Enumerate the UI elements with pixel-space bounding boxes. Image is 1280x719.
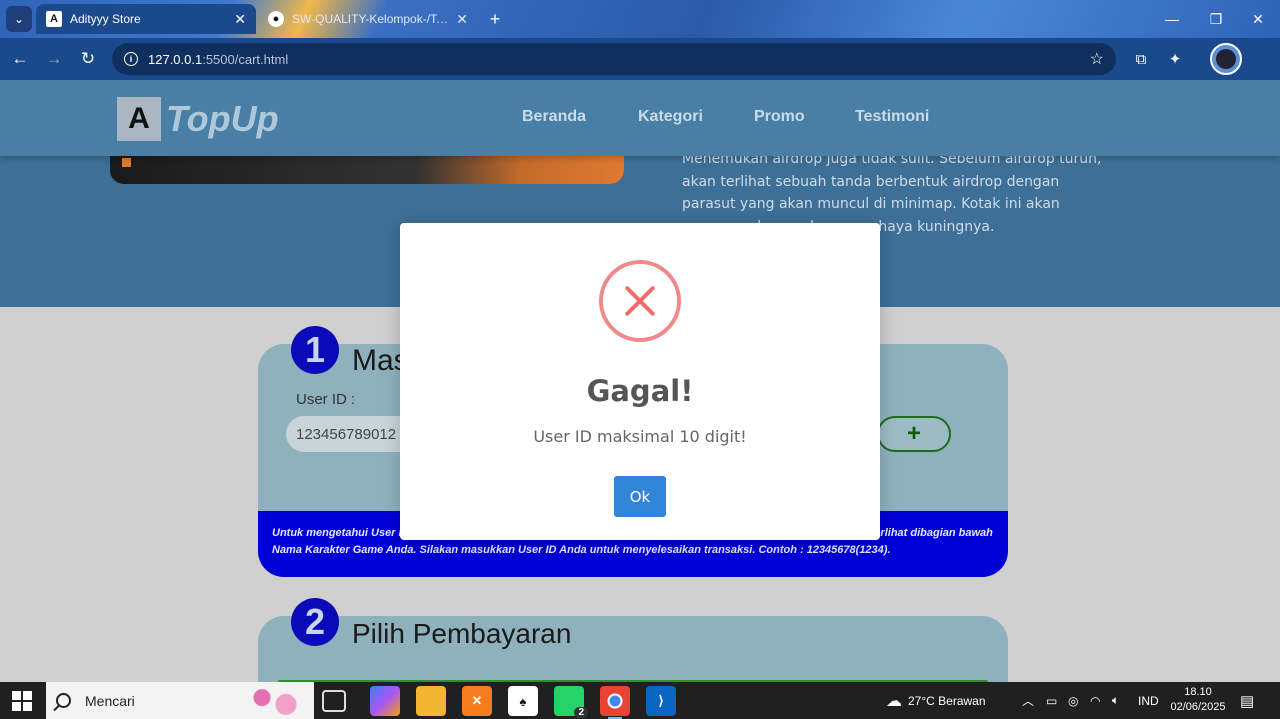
github-icon: ● bbox=[268, 11, 284, 27]
clock-date: 02/06/2025 bbox=[1170, 701, 1226, 713]
extensions-puzzle-icon[interactable]: ✦ bbox=[1164, 48, 1186, 70]
reload-icon[interactable]: ↻ bbox=[76, 47, 100, 71]
xampp-icon[interactable]: ✕ bbox=[462, 686, 492, 716]
back-arrow-icon[interactable]: ← bbox=[8, 47, 32, 71]
address-bar[interactable]: i 127.0.0.1:5500/cart.html ☆ bbox=[112, 43, 1116, 75]
task-view-icon[interactable] bbox=[322, 690, 346, 712]
solitaire-icon[interactable]: ♠ bbox=[508, 686, 538, 716]
vscode-icon[interactable]: ⟩ bbox=[646, 686, 676, 716]
maximize-button[interactable]: ❐ bbox=[1194, 0, 1238, 38]
tab-github[interactable]: ● SW-QUALITY-Kelompok-/Tests ✕ bbox=[258, 4, 478, 34]
tab-title: Adityyy Store bbox=[70, 12, 141, 26]
weather-widget[interactable]: ☁ 27°C Berawan bbox=[886, 682, 986, 719]
tab-adityyy-store[interactable]: A Adityyy Store ✕ bbox=[36, 4, 256, 34]
search-icon bbox=[56, 693, 71, 708]
file-explorer-icon[interactable] bbox=[416, 686, 446, 716]
nav-promo[interactable]: Promo bbox=[754, 108, 805, 126]
meet-now-icon[interactable]: ◎ bbox=[1068, 682, 1078, 719]
dialog-message: User ID maksimal 10 digit! bbox=[533, 427, 747, 446]
search-placeholder: Mencari bbox=[85, 692, 135, 709]
site-header: A TopUp Beranda Kategori Promo Testimoni bbox=[0, 80, 1280, 156]
tab-title: SW-QUALITY-Kelompok-/Tests bbox=[292, 12, 451, 26]
browser-tab-bar: ⌄ A Adityyy Store ✕ ● SW-QUALITY-Kelompo… bbox=[0, 0, 1280, 38]
error-dialog: Gagal! User ID maksimal 10 digit! Ok bbox=[400, 223, 880, 540]
user-id-label: User ID : bbox=[296, 391, 356, 408]
windows-taskbar: Mencari ✕ ♠ 2 ⟩ ☁ 27°C Berawan ︿ ▭ ◎ ◠ 🔈… bbox=[0, 682, 1280, 719]
site-info-icon[interactable]: i bbox=[124, 52, 138, 66]
wifi-icon[interactable]: ◠ bbox=[1090, 682, 1100, 719]
logo-text[interactable]: TopUp bbox=[166, 98, 279, 140]
bookmark-star-icon[interactable]: ☆ bbox=[1090, 49, 1104, 69]
tab-search-chevron-icon[interactable]: ⌄ bbox=[6, 6, 32, 32]
logo-icon[interactable]: A bbox=[117, 97, 161, 141]
close-window-button[interactable]: ✕ bbox=[1236, 0, 1280, 38]
battery-icon[interactable]: ▭ bbox=[1046, 682, 1057, 719]
clock-time: 18.10 bbox=[1184, 686, 1212, 698]
search-highlight-image bbox=[244, 684, 304, 718]
nav-testimoni[interactable]: Testimoni bbox=[855, 108, 929, 126]
weather-text: 27°C Berawan bbox=[908, 693, 986, 708]
minimize-button[interactable]: — bbox=[1150, 0, 1194, 38]
chrome-icon[interactable] bbox=[600, 686, 630, 719]
nav-beranda[interactable]: Beranda bbox=[522, 108, 586, 126]
weather-cloud-icon: ☁ bbox=[886, 692, 902, 710]
profile-avatar[interactable] bbox=[1210, 43, 1242, 75]
input-language[interactable]: IND bbox=[1138, 682, 1159, 719]
url-text: 127.0.0.1:5500/cart.html bbox=[148, 51, 289, 67]
volume-icon[interactable]: 🔈︎ bbox=[1112, 682, 1119, 719]
new-tab-button[interactable]: + bbox=[484, 8, 506, 30]
error-x-icon bbox=[599, 260, 681, 342]
whatsapp-icon[interactable]: 2 bbox=[554, 686, 588, 718]
add-server-button[interactable]: + bbox=[877, 416, 951, 452]
browser-toolbar: ← → ↻ i 127.0.0.1:5500/cart.html ☆ ⧉ ✦ bbox=[0, 38, 1280, 80]
step-number-1: 1 bbox=[291, 326, 339, 374]
ok-button[interactable]: Ok bbox=[614, 476, 666, 517]
copilot-icon[interactable] bbox=[370, 686, 400, 716]
tab-upload-icon[interactable]: ⧉ bbox=[1130, 48, 1152, 70]
forward-arrow-icon[interactable]: → bbox=[42, 47, 66, 71]
windows-start-icon[interactable] bbox=[12, 691, 32, 711]
taskbar-search[interactable]: Mencari bbox=[46, 682, 314, 719]
whatsapp-badge: 2 bbox=[574, 707, 588, 718]
dialog-title: Gagal! bbox=[586, 374, 694, 408]
system-clock[interactable]: 18.10 02/06/2025 bbox=[1168, 685, 1228, 715]
site-favicon-icon: A bbox=[46, 11, 62, 27]
step2-title: Pilih Pembayaran bbox=[352, 618, 572, 649]
close-tab-icon[interactable]: ✕ bbox=[234, 11, 246, 28]
close-tab-icon[interactable]: ✕ bbox=[456, 11, 468, 28]
step-number-2: 2 bbox=[291, 598, 339, 646]
nav-kategori[interactable]: Kategori bbox=[638, 108, 703, 126]
show-hidden-icons-chevron-icon[interactable]: ︿ bbox=[1022, 682, 1034, 719]
notification-icon[interactable]: ▤ bbox=[1240, 682, 1254, 719]
